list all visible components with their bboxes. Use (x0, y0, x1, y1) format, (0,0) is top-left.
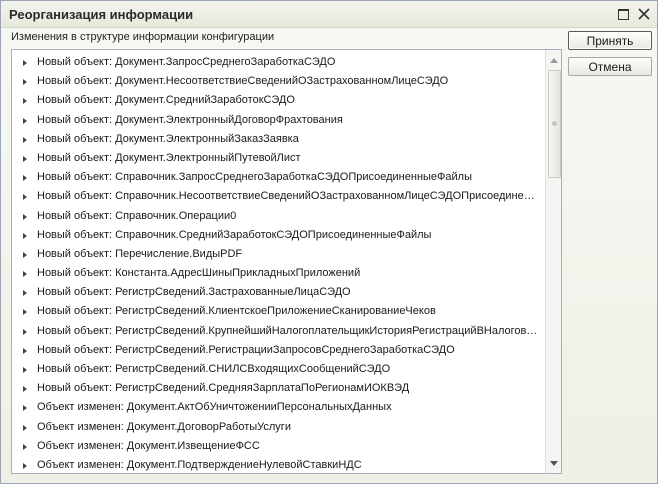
list-item[interactable]: Объект изменен: Документ.АктОбУничтожени… (12, 398, 544, 417)
list-item-label: Новый объект: Документ.НесоответствиеСве… (37, 75, 449, 88)
list-item[interactable]: Новый объект: Константа.АдресШиныПриклад… (12, 264, 544, 283)
changes-list-rows: Новый объект: Документ.ЗапросСреднегоЗар… (12, 53, 544, 473)
expand-arrow-icon[interactable] (23, 232, 27, 239)
list-item[interactable]: Новый объект: Справочник.ЗапросСреднегоЗ… (12, 168, 544, 187)
expand-arrow-icon[interactable] (23, 194, 27, 201)
list-item-label: Новый объект: Справочник.СреднийЗаработо… (37, 228, 432, 241)
expand-arrow-icon[interactable] (23, 213, 27, 220)
list-item[interactable]: Новый объект: Перечисление.ВидыPDF (12, 245, 544, 264)
list-item-label: Объект изменен: Документ.ИзвещениеФСС (37, 439, 260, 452)
expand-arrow-icon[interactable] (23, 367, 27, 373)
expand-arrow-icon[interactable] (23, 136, 27, 143)
list-item[interactable]: Новый объект: РегистрСведений.СредняяЗар… (12, 379, 544, 398)
list-item[interactable]: Объект изменен: Документ.ДоговорРаботыУс… (12, 418, 544, 437)
list-item-label: Новый объект: Документ.ЗапросСреднегоЗар… (37, 56, 336, 68)
cancel-button[interactable]: Отмена (568, 57, 652, 76)
expand-arrow-icon[interactable] (23, 424, 27, 431)
list-item[interactable]: Новый объект: РегистрСведений.СНИЛСВходя… (12, 360, 544, 379)
maximize-button[interactable] (614, 5, 632, 23)
changes-list[interactable]: Новый объект: Документ.ЗапросСреднегоЗар… (11, 49, 562, 474)
expand-arrow-icon[interactable] (23, 251, 27, 258)
close-button[interactable] (635, 5, 653, 23)
list-item-label: Новый объект: Документ.ЭлектронныйЗаказЗ… (37, 132, 299, 145)
scrollbar-thumb[interactable] (548, 70, 561, 178)
list-item-label: Новый объект: Документ.ЭлектронныйПутево… (37, 151, 301, 164)
expand-arrow-icon[interactable] (23, 347, 27, 354)
list-item[interactable]: Новый объект: Документ.НесоответствиеСве… (12, 72, 544, 91)
list-item[interactable]: Новый объект: Справочник.СреднийЗаработо… (12, 226, 544, 245)
list-item[interactable]: Новый объект: Справочник.Операции0 (12, 207, 544, 226)
expand-arrow-icon[interactable] (23, 443, 27, 450)
list-item[interactable]: Новый объект: РегистрСведений.Крупнейший… (12, 322, 544, 341)
expand-arrow-icon[interactable] (23, 79, 27, 86)
accept-button[interactable]: Принять (568, 31, 652, 50)
list-item[interactable]: Новый объект: РегистрСведений.Клиентское… (12, 302, 544, 321)
list-item[interactable]: Новый объект: Документ.ЗапросСреднегоЗар… (12, 53, 544, 72)
title-bar: Реорганизация информации (1, 1, 657, 28)
expand-arrow-icon[interactable] (23, 98, 27, 105)
list-item-label: Объект изменен: Документ.АктОбУничтожени… (37, 401, 392, 414)
expand-arrow-icon[interactable] (23, 175, 27, 182)
maximize-icon (618, 9, 629, 20)
list-item-label: Новый объект: РегистрСведений.СредняяЗар… (37, 382, 410, 395)
list-item[interactable]: Новый объект: Документ.ЭлектронныйПутево… (12, 149, 544, 168)
list-item[interactable]: Объект изменен: Документ.ПодтверждениеНу… (12, 456, 544, 473)
list-item-label: Новый объект: РегистрСведений.Клиентское… (37, 305, 436, 318)
list-item-label: Новый объект: Документ.СреднийЗаработокС… (37, 94, 295, 107)
expand-arrow-icon[interactable] (23, 309, 27, 316)
changes-label: Изменения в структуре информации конфигу… (11, 31, 275, 43)
expand-arrow-icon[interactable] (23, 155, 27, 162)
expand-arrow-icon[interactable] (23, 328, 27, 335)
list-item[interactable]: Новый объект: РегистрСведений.Регистраци… (12, 341, 544, 360)
expand-arrow-icon[interactable] (23, 271, 27, 278)
expand-arrow-icon[interactable] (23, 117, 27, 124)
list-item-label: Объект изменен: Документ.ДоговорРаботыУс… (37, 420, 291, 433)
list-item-label: Новый объект: РегистрСведений.Застрахова… (37, 286, 351, 299)
list-item[interactable]: Новый объект: Документ.ЭлектронныйДогово… (12, 111, 544, 130)
dialog-window: Реорганизация информации Изменения в стр… (0, 0, 658, 484)
list-item-label: Новый объект: Справочник.НесоответствиеС… (37, 190, 540, 203)
expand-arrow-icon[interactable] (23, 60, 27, 66)
list-item-label: Новый объект: Перечисление.ВидыPDF (37, 247, 243, 260)
list-item[interactable]: Новый объект: Справочник.НесоответствиеС… (12, 187, 544, 206)
list-item-label: Новый объект: РегистрСведений.Регистраци… (37, 343, 455, 356)
list-item-label: Новый объект: Документ.ЭлектронныйДогово… (37, 113, 343, 126)
list-item-label: Новый объект: Константа.АдресШиныПриклад… (37, 267, 361, 280)
expand-arrow-icon[interactable] (23, 405, 27, 412)
expand-arrow-icon[interactable] (23, 290, 27, 297)
list-item-label: Новый объект: Справочник.ЗапросСреднегоЗ… (37, 171, 472, 184)
list-item[interactable]: Новый объект: РегистрСведений.Застрахова… (12, 283, 544, 302)
window-title: Реорганизация информации (9, 7, 194, 22)
vertical-scrollbar[interactable] (545, 50, 561, 473)
scrollbar-grip-icon (552, 121, 557, 126)
list-item-label: Новый объект: Справочник.Операции0 (37, 209, 237, 222)
list-item-label: Новый объект: РегистрСведений.СНИЛСВходя… (37, 363, 391, 375)
list-item-label: Объект изменен: Документ.ПодтверждениеНу… (37, 458, 362, 471)
list-item[interactable]: Новый объект: Документ.ЭлектронныйЗаказЗ… (12, 130, 544, 149)
list-item[interactable]: Новый объект: Документ.СреднийЗаработокС… (12, 91, 544, 110)
close-icon (638, 8, 650, 20)
list-item[interactable]: Объект изменен: Документ.ИзвещениеФСС (12, 437, 544, 456)
scroll-down-arrow-icon[interactable] (546, 455, 561, 471)
scroll-up-arrow-icon[interactable] (546, 52, 561, 68)
expand-arrow-icon[interactable] (23, 386, 27, 393)
list-item-label: Новый объект: РегистрСведений.Крупнейший… (37, 324, 540, 337)
expand-arrow-icon[interactable] (23, 462, 27, 469)
